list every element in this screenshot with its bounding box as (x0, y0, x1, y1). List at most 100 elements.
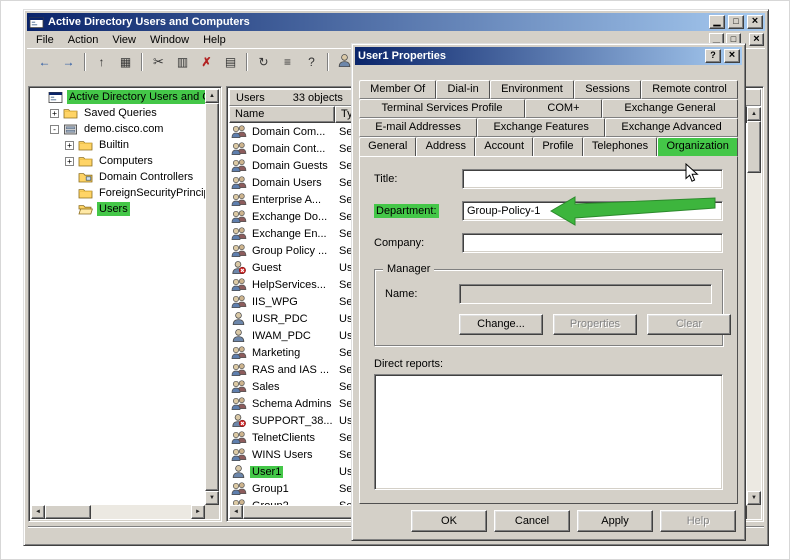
tree-toggle-icon[interactable]: + (65, 156, 74, 166)
screenshot-root: Active Directory Users and Computers ▁ □… (0, 0, 790, 560)
tab-general[interactable]: General (359, 137, 417, 157)
tree-item-demo-cisco-com[interactable]: - demo.cisco.com (31, 121, 205, 137)
tab-profile[interactable]: Profile (533, 137, 583, 157)
tab-account[interactable]: Account (475, 137, 534, 157)
tree-item-label: Domain Controllers (99, 171, 194, 183)
scrollbar-corner (205, 505, 219, 519)
toolbar-cut-button[interactable]: ✂ (147, 51, 170, 73)
tree-item-domain-controllers[interactable]: +Domain Controllers (31, 169, 205, 185)
menu-window[interactable]: Window (143, 32, 196, 48)
toolbar-properties-button[interactable]: ▤ (219, 51, 242, 73)
tree-toggle-icon[interactable]: + (65, 140, 74, 150)
scroll-right-icon[interactable]: ► (191, 505, 205, 519)
container-name: Users (236, 91, 265, 104)
direct-reports-listbox[interactable] (374, 374, 723, 490)
list-item-name-cell: TelnetClients (229, 431, 335, 444)
list-item-name: SUPPORT_38... (252, 414, 333, 427)
tab-remote-control[interactable]: Remote control (641, 80, 738, 99)
apply-button[interactable]: Apply (577, 510, 653, 532)
toolbar-help-button[interactable]: ? (300, 51, 323, 73)
list-item-name-cell: Guest (229, 261, 335, 274)
tab-dial-in[interactable]: Dial-in (436, 80, 490, 99)
column-header-name[interactable]: Name (229, 106, 335, 123)
cancel-button[interactable]: Cancel (494, 510, 570, 532)
export-list-icon: ≡ (283, 55, 291, 69)
tree-item-label: ForeignSecurityPrincipals (99, 187, 205, 199)
tab-organization[interactable]: Organization (657, 137, 738, 157)
tree-item-users[interactable]: +Users (31, 201, 205, 217)
toolbar-delete-button[interactable]: ✗ (195, 51, 218, 73)
change-button[interactable]: Change... (459, 314, 543, 335)
scrollbar-thumb[interactable] (205, 103, 219, 491)
child-close-button[interactable]: × (749, 33, 764, 46)
list-item-name: RAS and IAS ... (252, 363, 330, 376)
scroll-down-icon[interactable]: ▼ (747, 491, 761, 505)
scroll-left-icon[interactable]: ◄ (31, 505, 45, 519)
manager-buttons-row: Change... Properties Clear (459, 314, 731, 335)
list-item-name: Marketing (252, 346, 301, 359)
tree-item-active-directory-users-and-computer[interactable]: +Active Directory Users and Computer (31, 89, 205, 105)
dialog-help-button[interactable]: ? (705, 49, 721, 63)
minimize-button[interactable]: ▁ (709, 15, 725, 29)
department-field-label: Department: (374, 204, 439, 218)
tab-e-mail-addresses[interactable]: E-mail Addresses (359, 118, 478, 137)
company-input[interactable] (462, 233, 723, 253)
list-vertical-scrollbar[interactable]: ▲ ▼ (747, 107, 761, 505)
toolbar-show-tree-button[interactable]: ▦ (114, 51, 137, 73)
close-button[interactable]: × (747, 15, 763, 29)
toolbar-separator (141, 53, 143, 71)
tree-item-saved-queries[interactable]: + Saved Queries (31, 105, 205, 121)
properties-icon: ▤ (224, 55, 237, 69)
tree-toggle-icon[interactable]: - (50, 124, 59, 134)
tab-telephones[interactable]: Telephones (582, 137, 658, 157)
toolbar-up-one-level-button[interactable]: ↑ (90, 51, 113, 73)
tab-com[interactable]: COM+ (524, 99, 602, 118)
tab-sessions[interactable]: Sessions (574, 80, 642, 99)
group-icon (231, 380, 247, 393)
ok-button[interactable]: OK (411, 510, 487, 532)
tree-item-computers[interactable]: + Computers (31, 153, 205, 169)
scrollbar-thumb[interactable] (243, 505, 353, 519)
list-item-name-cell: IWAM_PDC (229, 329, 335, 342)
tab-exchange-general[interactable]: Exchange General (601, 99, 738, 118)
mouse-cursor-icon (685, 163, 699, 182)
tab-row: General Address Account Profile Telephones Or… (359, 137, 738, 157)
tree-item-builtin[interactable]: + Builtin (31, 137, 205, 153)
scroll-left-icon[interactable]: ◄ (229, 505, 243, 519)
tab-member-of[interactable]: Member Of (359, 80, 437, 99)
tree-item-label: Computers (99, 155, 153, 167)
dialog-close-button[interactable]: × (724, 49, 740, 63)
tree-toggle-icon[interactable]: + (50, 108, 59, 118)
toolbar-copy-button[interactable]: ▥ (171, 51, 194, 73)
back-icon: ← (38, 55, 51, 69)
list-item-name-cell: HelpServices... (229, 278, 335, 291)
tab-exchange-features[interactable]: Exchange Features (477, 118, 606, 137)
menu-help[interactable]: Help (196, 32, 233, 48)
tab-terminal-services-profile[interactable]: Terminal Services Profile (359, 99, 525, 118)
scroll-up-icon[interactable]: ▲ (747, 107, 761, 121)
scroll-down-icon[interactable]: ▼ (205, 491, 219, 505)
menu-action[interactable]: Action (61, 32, 106, 48)
scroll-up-icon[interactable]: ▲ (205, 89, 219, 103)
menu-file[interactable]: File (29, 32, 61, 48)
folder-icon (78, 139, 93, 152)
tab-address[interactable]: Address (416, 137, 476, 157)
toolbar-refresh-button[interactable]: ↻ (252, 51, 275, 73)
tab-exchange-advanced[interactable]: Exchange Advanced (605, 118, 738, 137)
menu-view[interactable]: View (105, 32, 143, 48)
list-item-name-cell: Marketing (229, 346, 335, 359)
toolbar-export-list-button[interactable]: ≡ (276, 51, 299, 73)
toolbar-forward-button[interactable]: → (57, 51, 80, 73)
tree-horizontal-scrollbar[interactable]: ◄ ► (31, 505, 205, 519)
scrollbar-thumb[interactable] (747, 121, 761, 173)
tab-environment[interactable]: Environment (489, 80, 575, 99)
group-icon (231, 482, 247, 495)
manager-name-row: Name: (385, 284, 712, 304)
maximize-button[interactable]: □ (728, 15, 744, 29)
company-field-label: Company: (374, 237, 425, 249)
tree-vertical-scrollbar[interactable]: ▲ ▼ (205, 89, 219, 505)
tree-item-foreignsecurityprincipals[interactable]: +ForeignSecurityPrincipals (31, 185, 205, 201)
tab-row: E-mail Addresses Exchange Features Exchang… (359, 118, 738, 137)
scrollbar-thumb[interactable] (45, 505, 91, 519)
toolbar-back-button[interactable]: ← (33, 51, 56, 73)
